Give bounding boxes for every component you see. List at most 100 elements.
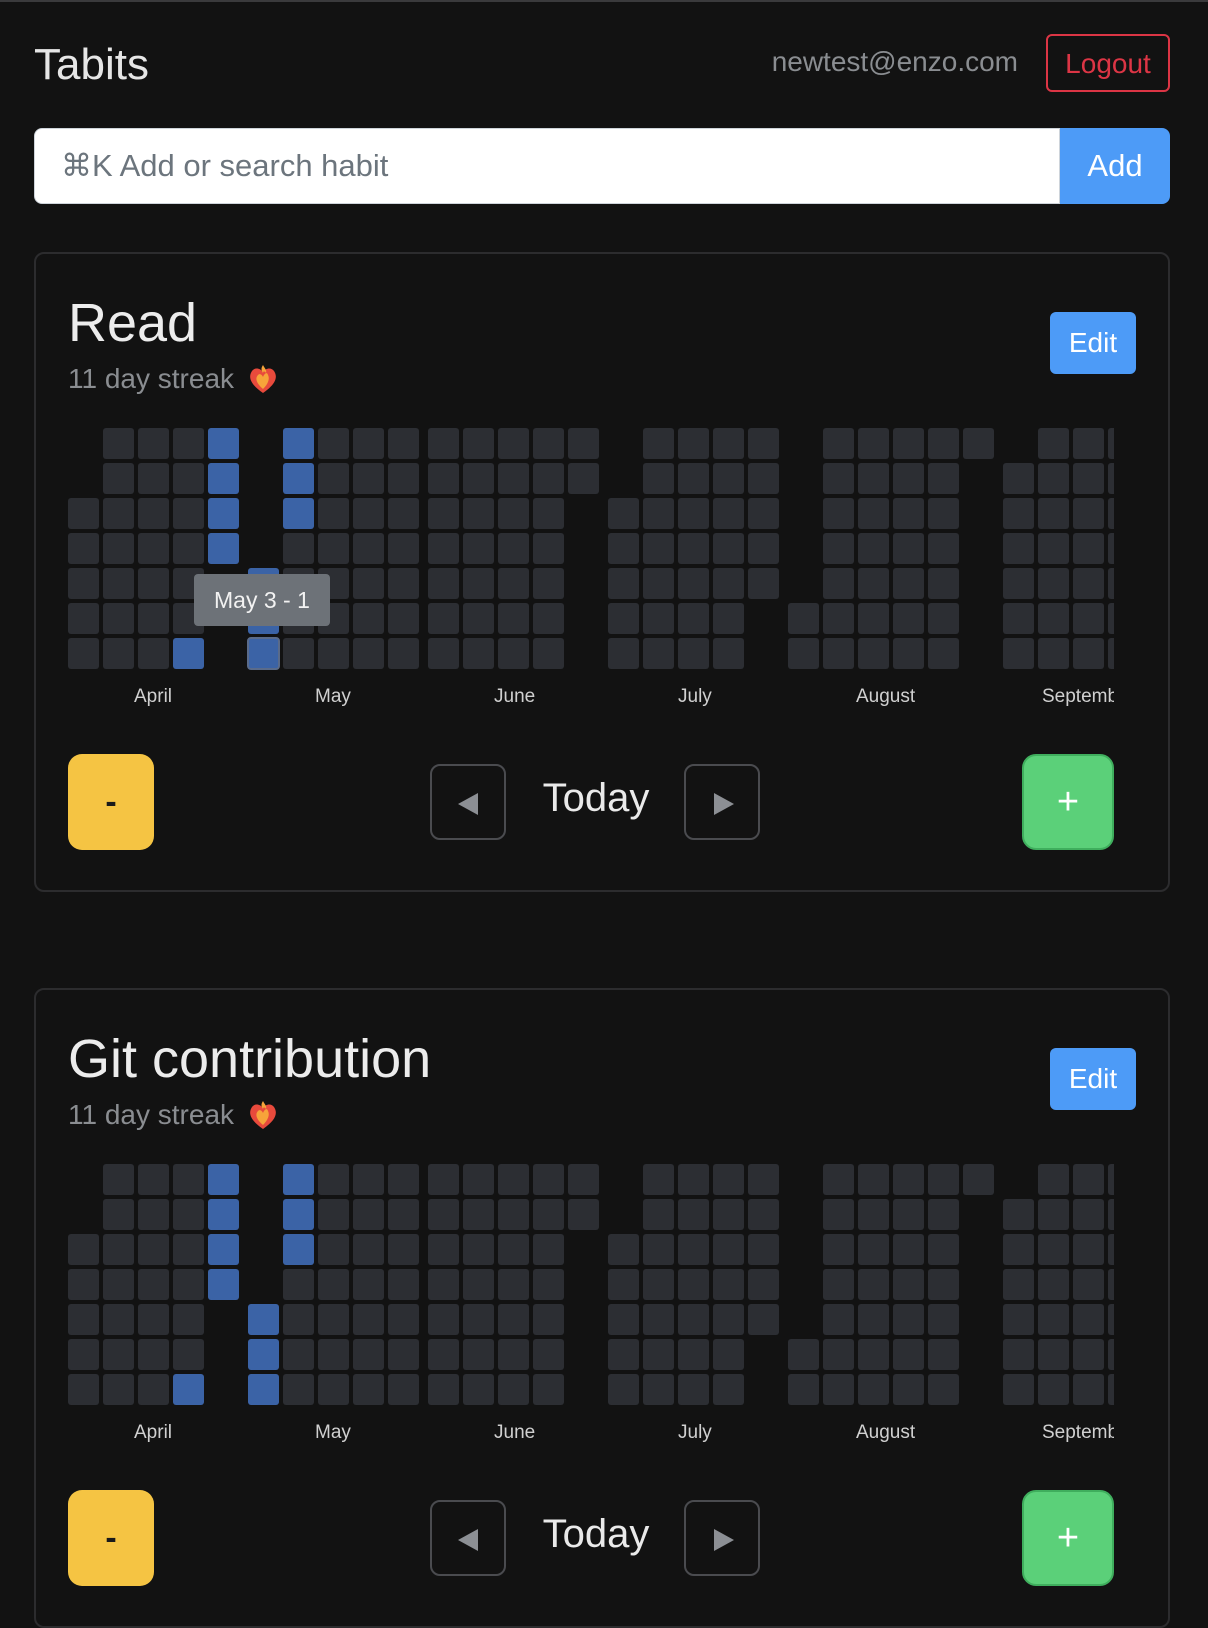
heatmap-day-cell[interactable] [498,568,529,599]
heatmap-day-cell[interactable] [1038,1339,1069,1370]
heatmap-day-cell[interactable] [138,568,169,599]
heatmap-day-cell[interactable] [858,1374,889,1405]
heatmap-day-cell[interactable] [173,1199,204,1230]
heatmap-day-cell[interactable] [1038,463,1069,494]
heatmap-day-cell[interactable] [858,1304,889,1335]
heatmap-day-cell[interactable] [388,1234,419,1265]
heatmap-day-cell[interactable] [318,498,349,529]
heatmap-day-cell[interactable] [928,498,959,529]
heatmap-day-cell[interactable] [678,603,709,634]
heatmap-day-cell[interactable] [498,1164,529,1195]
heatmap-day-cell[interactable] [68,1339,99,1370]
heatmap-day-cell[interactable] [533,1374,564,1405]
heatmap-day-cell[interactable] [678,1234,709,1265]
heatmap-day-cell[interactable] [1108,1304,1114,1335]
heatmap-day-cell[interactable] [428,1164,459,1195]
heatmap-day-cell[interactable] [533,1304,564,1335]
heatmap-day-cell[interactable] [208,498,239,529]
search-input[interactable] [34,128,1060,204]
heatmap-day-cell[interactable] [1108,1374,1114,1405]
heatmap-day-cell[interactable] [823,533,854,564]
heatmap-day-cell[interactable] [608,1269,639,1300]
heatmap-day-cell[interactable] [533,603,564,634]
heatmap-day-cell[interactable] [428,1234,459,1265]
heatmap-day-cell[interactable] [68,1234,99,1265]
heatmap-day-cell[interactable] [1108,428,1114,459]
heatmap-day-cell[interactable] [283,1234,314,1265]
heatmap-day-cell[interactable] [608,533,639,564]
heatmap-day-cell[interactable] [748,463,779,494]
heatmap-day-cell[interactable] [643,498,674,529]
heatmap-day-cell[interactable] [713,568,744,599]
edit-button[interactable]: Edit [1050,1048,1136,1110]
heatmap-day-cell[interactable] [283,1304,314,1335]
heatmap-day-cell[interactable] [1038,1304,1069,1335]
heatmap-day-cell[interactable] [823,1234,854,1265]
heatmap-day-cell[interactable] [608,638,639,669]
heatmap-day-cell[interactable] [893,1199,924,1230]
heatmap-day-cell[interactable] [353,568,384,599]
heatmap-day-cell[interactable] [463,428,494,459]
heatmap-day-cell[interactable] [1073,1164,1104,1195]
heatmap-day-cell[interactable] [68,568,99,599]
next-day-button[interactable] [684,764,760,840]
heatmap-day-cell[interactable] [353,1269,384,1300]
heatmap-day-cell[interactable] [928,1339,959,1370]
heatmap-day-cell[interactable] [1073,568,1104,599]
heatmap-day-cell[interactable] [173,533,204,564]
heatmap-day-cell[interactable] [893,638,924,669]
heatmap-day-cell[interactable] [713,1339,744,1370]
heatmap-day-cell[interactable] [893,1304,924,1335]
heatmap-day-cell[interactable] [103,603,134,634]
heatmap-day-cell[interactable] [208,533,239,564]
heatmap-day-cell[interactable] [823,1339,854,1370]
heatmap-day-cell[interactable] [428,1304,459,1335]
heatmap-day-cell[interactable] [318,638,349,669]
heatmap-day-cell[interactable] [678,1304,709,1335]
heatmap-day-cell[interactable] [893,1164,924,1195]
heatmap-day-cell[interactable] [498,603,529,634]
heatmap-day-cell[interactable] [788,1339,819,1370]
heatmap-day-cell[interactable] [928,1199,959,1230]
heatmap-day-cell[interactable] [138,498,169,529]
heatmap-day-cell[interactable] [713,1199,744,1230]
heatmap-day-cell[interactable] [823,1199,854,1230]
heatmap-day-cell[interactable] [428,603,459,634]
heatmap-day-cell[interactable] [428,1374,459,1405]
heatmap-day-cell[interactable] [1073,1339,1104,1370]
heatmap-day-cell[interactable] [1038,638,1069,669]
prev-day-button[interactable] [430,764,506,840]
heatmap-day-cell[interactable] [388,1164,419,1195]
heatmap-day-cell[interactable] [788,603,819,634]
heatmap-day-cell[interactable] [463,568,494,599]
heatmap-day-cell[interactable] [428,638,459,669]
heatmap-day-cell[interactable] [353,533,384,564]
heatmap-day-cell[interactable] [643,1304,674,1335]
heatmap-day-cell[interactable] [498,428,529,459]
heatmap-day-cell[interactable] [463,1304,494,1335]
heatmap-day-cell[interactable] [928,1234,959,1265]
heatmap-day-cell[interactable] [1003,1374,1034,1405]
heatmap-day-cell[interactable] [533,1164,564,1195]
heatmap-day-cell[interactable] [1003,568,1034,599]
heatmap-day-cell[interactable] [1073,533,1104,564]
heatmap-day-cell[interactable] [283,1339,314,1370]
heatmap-day-cell[interactable] [533,1269,564,1300]
heatmap-day-cell[interactable] [103,533,134,564]
heatmap-day-cell[interactable] [138,1199,169,1230]
heatmap-day-cell[interactable] [1108,1269,1114,1300]
heatmap-day-cell[interactable] [208,1269,239,1300]
heatmap-day-cell[interactable] [353,1234,384,1265]
heatmap-day-cell[interactable] [173,1234,204,1265]
heatmap-day-cell[interactable] [103,1269,134,1300]
heatmap-day-cell[interactable] [318,1234,349,1265]
heatmap-day-cell[interactable] [1038,1164,1069,1195]
heatmap-day-cell[interactable] [748,498,779,529]
heatmap-day-cell[interactable] [823,428,854,459]
heatmap-day-cell[interactable] [353,1199,384,1230]
heatmap-day-cell[interactable] [283,1269,314,1300]
heatmap-day-cell[interactable] [1108,1199,1114,1230]
heatmap-day-cell[interactable] [208,1164,239,1195]
logout-button[interactable]: Logout [1046,34,1170,92]
heatmap-day-cell[interactable] [533,533,564,564]
